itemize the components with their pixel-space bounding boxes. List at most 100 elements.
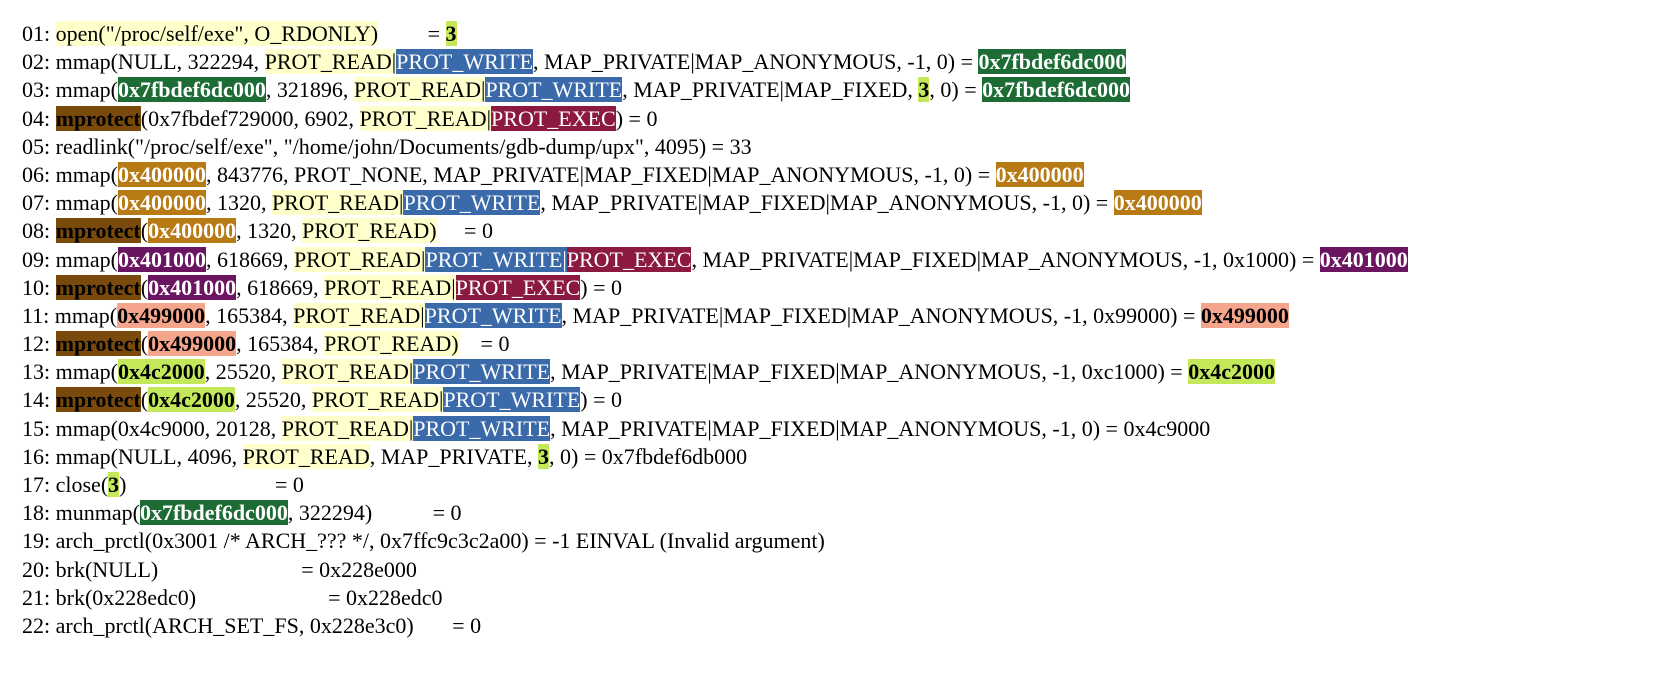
highlighted-token: 0x400000 (1113, 190, 1202, 216)
highlighted-token: PROT_READ| (264, 49, 397, 75)
trace-text: , 25520, (204, 359, 282, 385)
highlighted-token: PROT_READ) (324, 331, 459, 357)
trace-text: 11: mmap( (22, 302, 118, 328)
trace-text: , 165384, (236, 331, 325, 357)
highlighted-token: 0x499000 (148, 331, 237, 357)
highlighted-token: 0x400000 (117, 161, 206, 187)
highlighted-token: 0x7fbdef6dc000 (978, 49, 1127, 75)
trace-text: ) = 0 (119, 472, 304, 497)
trace-text: , MAP_PRIVATE|MAP_FIXED|MAP_ANONYMOUS, -… (561, 302, 1201, 328)
highlighted-token: mprotect (55, 274, 141, 300)
trace-text: = 0 (436, 218, 493, 244)
highlighted-token: 0x7fbdef6dc000 (117, 77, 266, 103)
trace-text: , 1320, (205, 190, 272, 216)
trace-text: ( (140, 387, 149, 413)
highlighted-token: 3 (108, 472, 120, 497)
highlighted-token: PROT_READ| (281, 359, 414, 385)
trace-text: 20: brk(NULL) = 0x228e000 (22, 556, 417, 582)
highlighted-token: 0x4c2000 (148, 387, 235, 413)
trace-text: ) = 0 (615, 105, 658, 131)
highlighted-token: 0x4c2000 (117, 359, 205, 385)
highlighted-token: mprotect (55, 218, 141, 244)
highlighted-token: 0x400000 (117, 190, 206, 216)
trace-text: , MAP_PRIVATE|MAP_FIXED|MAP_ANONYMOUS, -… (550, 415, 1211, 441)
trace-text: 09: mmap( (22, 246, 118, 272)
highlighted-token: 0x4c2000 (1188, 359, 1275, 385)
highlighted-token: mprotect (55, 387, 141, 413)
trace-text: ( (140, 218, 149, 244)
trace-text: 18: munmap( (22, 500, 140, 526)
trace-text: 14: (22, 387, 56, 413)
highlighted-token: PROT_READ (242, 443, 370, 469)
trace-text: , 322294) = 0 (287, 500, 462, 526)
highlighted-token: 0x7fbdef6dc000 (982, 77, 1131, 103)
highlighted-token: mprotect (55, 331, 141, 357)
trace-text: 06: mmap( (22, 161, 118, 187)
trace-text: 15: mmap(0x4c9000, 20128, (22, 415, 282, 441)
trace-text: 05: readlink("/proc/self/exe", "/home/jo… (22, 133, 752, 159)
trace-line: 07: mmap(0x400000, 1320, PROT_READ|PROT_… (22, 189, 1408, 217)
trace-text: , 321896, (265, 77, 354, 103)
highlighted-token: 0x401000 (117, 246, 206, 272)
trace-line: 10: mprotect(0x401000, 618669, PROT_READ… (22, 274, 1408, 302)
trace-line: 12: mprotect(0x499000, 165384, PROT_READ… (22, 330, 1408, 358)
highlighted-token: PROT_READ| (353, 77, 486, 103)
trace-text: , MAP_PRIVATE|MAP_ANONYMOUS, -1, 0) = (533, 49, 979, 75)
highlighted-token: PROT_READ| (293, 246, 426, 272)
trace-line: 02: mmap(NULL, 322294, PROT_READ|PROT_WR… (22, 48, 1408, 76)
highlighted-token: PROT_WRITE (413, 359, 551, 385)
trace-text: = 0 (458, 331, 510, 357)
highlighted-token: PROT_READ| (311, 387, 444, 413)
trace-text: ) = 0 (580, 274, 623, 300)
trace-text: ( (140, 274, 149, 300)
trace-text: , MAP_PRIVATE|MAP_FIXED, (622, 77, 919, 103)
highlighted-token: 0x400000 (995, 161, 1084, 187)
highlighted-token: PROT_EXEC (491, 105, 616, 131)
trace-text: 10: (22, 274, 56, 300)
trace-text: , MAP_PRIVATE|MAP_FIXED|MAP_ANONYMOUS, -… (691, 246, 1320, 272)
highlighted-token: 0x401000 (1319, 246, 1408, 272)
trace-line: 09: mmap(0x401000, 618669, PROT_READ|PRO… (22, 246, 1408, 274)
highlighted-token: PROT_EXEC (455, 274, 581, 300)
highlighted-token: PROT_WRITE| (425, 246, 567, 272)
trace-text: , MAP_PRIVATE|MAP_FIXED|MAP_ANONYMOUS, -… (550, 359, 1189, 385)
trace-line: 04: mprotect(0x7fbdef729000, 6902, PROT_… (22, 105, 1408, 133)
highlighted-token: PROT_READ) (302, 218, 437, 244)
trace-text: , 618669, (205, 246, 294, 272)
trace-text: 04: (22, 105, 56, 131)
trace-line: 05: readlink("/proc/self/exe", "/home/jo… (22, 133, 1408, 161)
highlighted-token: PROT_READ| (293, 302, 425, 328)
trace-line: 03: mmap(0x7fbdef6dc000, 321896, PROT_RE… (22, 76, 1408, 104)
trace-text: , MAP_PRIVATE, (369, 443, 539, 469)
trace-text: 22: arch_prctl(ARCH_SET_FS, 0x228e3c0) =… (22, 612, 482, 638)
highlighted-token: PROT_WRITE (485, 77, 623, 103)
highlighted-token: PROT_READ| (271, 190, 404, 216)
highlighted-token: open("/proc/self/exe", O_RDONLY) (55, 21, 379, 46)
trace-text: , 0) = 0x7fbdef6db000 (549, 443, 748, 469)
trace-line: 18: munmap(0x7fbdef6dc000, 322294) = 0 (22, 499, 1408, 527)
trace-text: 08: (22, 218, 56, 244)
highlighted-token: PROT_WRITE (413, 415, 551, 441)
trace-text: 02: mmap(NULL, 322294, (22, 49, 265, 75)
highlighted-token: mprotect (55, 105, 141, 131)
highlighted-token: PROT_EXEC (566, 246, 692, 272)
trace-line: 01: open("/proc/self/exe", O_RDONLY) = 3 (22, 20, 1408, 48)
highlighted-token: 0x400000 (148, 218, 237, 244)
trace-line: 16: mmap(NULL, 4096, PROT_READ, MAP_PRIV… (22, 443, 1408, 471)
trace-line: 19: arch_prctl(0x3001 /* ARCH_??? */, 0x… (22, 527, 1408, 555)
trace-text: , MAP_PRIVATE|MAP_FIXED|MAP_ANONYMOUS, -… (540, 190, 1114, 216)
highlighted-token: 0x7fbdef6dc000 (139, 500, 288, 526)
trace-line: 08: mprotect(0x400000, 1320, PROT_READ) … (22, 217, 1408, 245)
highlighted-token: 0x499000 (1200, 302, 1289, 328)
trace-line: 17: close(3) = 0 (22, 471, 1408, 499)
trace-text: 17: close( (22, 472, 109, 497)
trace-line: 20: brk(NULL) = 0x228e000 (22, 556, 1408, 584)
trace-line: 22: arch_prctl(ARCH_SET_FS, 0x228e3c0) =… (22, 612, 1408, 640)
trace-text: 13: mmap( (22, 359, 118, 385)
highlighted-token: PROT_READ| (359, 105, 492, 131)
trace-line: 15: mmap(0x4c9000, 20128, PROT_READ|PROT… (22, 415, 1408, 443)
trace-text: , 1320, (236, 218, 303, 244)
trace-line: 11: mmap(0x499000, 165384, PROT_READ|PRO… (22, 302, 1408, 330)
trace-line: 06: mmap(0x400000, 843776, PROT_NONE, MA… (22, 161, 1408, 189)
trace-text: ( (140, 331, 149, 357)
